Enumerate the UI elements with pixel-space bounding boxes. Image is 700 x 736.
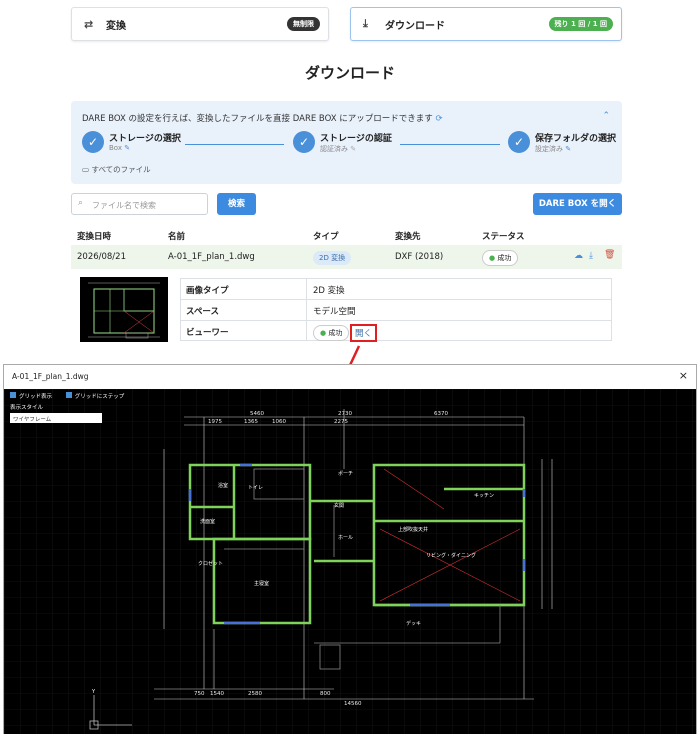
collapse-icon[interactable]: ⌃	[602, 111, 610, 121]
dim-2580: 2580	[248, 691, 262, 697]
search-input[interactable]: ⌕ ファイル名で検索	[71, 193, 208, 215]
trash-icon[interactable]: 🗑	[604, 250, 615, 260]
room-kitchen: キッチン	[474, 493, 494, 499]
close-icon[interactable]: ×	[679, 369, 688, 382]
check-icon: ✓	[82, 131, 104, 153]
dim-750: 750	[194, 691, 205, 697]
dim-bottom-total: 14560	[344, 701, 362, 707]
display-style-label: 表示スタイル	[10, 405, 44, 411]
folder-icon: ▭	[82, 165, 90, 174]
search-icon: ⌕	[78, 198, 84, 208]
cad-viewer-window: A-01_1F_plan_1.dwg × 6370 5460 2730 1975…	[3, 364, 697, 734]
viewer-controls: グリッド表示 グリッドにステップ 表示スタイル ワイヤフレーム	[10, 392, 124, 423]
edit-icon[interactable]: ✎	[350, 145, 356, 153]
remaining-badge: 残り 1 回 / 1 回	[548, 17, 613, 31]
step-connector	[185, 144, 284, 145]
page-title: ダウンロード	[304, 64, 395, 82]
room-closet: クロゼット	[198, 560, 223, 567]
display-style-select[interactable]: ワイヤフレーム	[10, 413, 102, 423]
cad-canvas[interactable]: 6370 5460 2730 1975 1365 1060 2275 14560…	[4, 389, 696, 734]
tab-download-label: ダウンロード	[385, 20, 445, 32]
refresh-icon[interactable]: ⟳	[436, 114, 443, 124]
detail-value-space: モデル空間	[313, 307, 356, 317]
row-name: A-01_1F_plan_1.dwg	[168, 252, 255, 262]
room-porch: ポーチ	[338, 470, 353, 477]
dim-1365: 1365	[244, 419, 258, 425]
detail-label-viewer: ビューワー	[186, 328, 229, 338]
tab-convert-label: 変換	[106, 20, 126, 32]
room-washroom: 洗面室	[200, 518, 215, 525]
grid-show-checkbox[interactable]: グリッド表示	[10, 392, 52, 400]
detail-value-image-type: 2D 変換	[313, 286, 345, 296]
unlimited-badge: 無制限	[287, 17, 320, 31]
dim-1540: 1540	[210, 691, 224, 697]
dim-800: 800	[320, 691, 331, 697]
dim-2730: 2730	[338, 411, 352, 417]
detail-table	[180, 278, 612, 341]
open-dare-box-button[interactable]: DARE BOX を開く	[533, 193, 622, 215]
col-status: ステータス	[482, 232, 525, 242]
cad-thumbnail[interactable]	[80, 277, 168, 342]
check-icon: ✓	[293, 131, 315, 153]
banner-message: DARE BOX の設定を行えば、変換したファイルを直接 DARE BOX にア…	[82, 114, 443, 124]
room-deck: デッキ	[406, 620, 421, 627]
open-viewer-link[interactable]: 開く	[350, 324, 378, 342]
status-badge: ● 成功	[482, 250, 519, 266]
tab-convert[interactable]: ⇄ 変換 無制限	[71, 7, 329, 41]
dim-5460: 5460	[250, 411, 264, 417]
dim-1975: 1975	[208, 419, 222, 425]
col-date: 変換日時	[77, 232, 112, 242]
room-toilet: トイレ	[248, 485, 263, 491]
dim-1060: 1060	[272, 419, 286, 425]
room-bedroom: 主寝室	[254, 580, 269, 587]
type-pill: 2D 変換	[313, 251, 352, 265]
search-button[interactable]: 検索	[217, 193, 256, 215]
room-hall: ホール	[338, 535, 353, 541]
room-ceiling: 上部吹抜天井	[398, 526, 428, 533]
detail-label-space: スペース	[186, 307, 219, 317]
edit-icon[interactable]: ✎	[124, 144, 130, 152]
folder-path[interactable]: ▭ すべてのファイル	[82, 164, 151, 175]
tab-download[interactable]: ⤓ ダウンロード 残り 1 回 / 1 回	[350, 7, 622, 41]
col-name: 名前	[168, 232, 186, 242]
col-type: タイプ	[313, 232, 339, 242]
download-icon[interactable]: ⤓	[589, 251, 593, 261]
cad-drawing: 6370 5460 2730 1975 1365 1060 2275 14560…	[4, 389, 696, 734]
dim-top-total: 6370	[434, 411, 448, 417]
room-living: リビング・ダイニング	[426, 552, 476, 559]
dare-box-banner: DARE BOX の設定を行えば、変換したファイルを直接 DARE BOX にア…	[71, 101, 622, 184]
upload-icon[interactable]: ☁	[574, 251, 583, 261]
row-date: 2026/08/21	[77, 252, 126, 262]
dim-2275: 2275	[334, 419, 348, 425]
step-connector	[400, 144, 500, 145]
col-target: 変換先	[395, 232, 421, 242]
detail-label-image-type: 画像タイプ	[186, 286, 229, 296]
viewer-status-badge: ● 成功	[313, 325, 350, 341]
thumbnail-drawing	[88, 282, 160, 339]
check-icon: ✓	[508, 131, 530, 153]
room-entrance: 玄関	[334, 502, 344, 509]
convert-icon: ⇄	[84, 17, 94, 31]
room-bath: 浴室	[218, 482, 228, 489]
row-target: DXF (2018)	[395, 252, 444, 262]
viewer-title: A-01_1F_plan_1.dwg	[12, 372, 89, 381]
edit-icon[interactable]: ✎	[565, 145, 571, 153]
grid-snap-checkbox[interactable]: グリッドにステップ	[65, 392, 124, 400]
download-icon: ⤓	[363, 17, 368, 30]
